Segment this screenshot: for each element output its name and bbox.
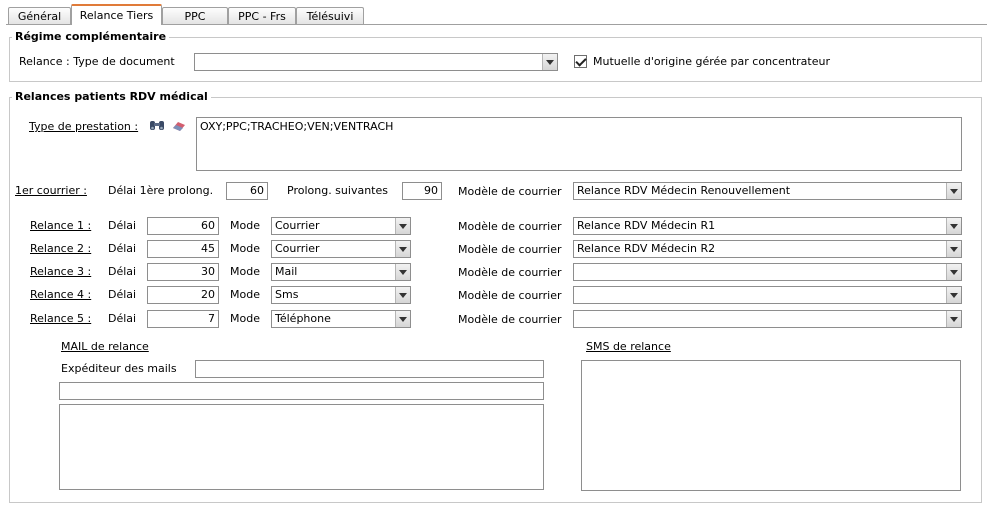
relance-3-mode-value: Mail xyxy=(275,265,298,278)
chevron-down-icon[interactable] xyxy=(395,287,410,303)
chevron-down-icon[interactable] xyxy=(946,287,961,303)
mail-body-textarea[interactable] xyxy=(59,404,544,490)
relance-2-mode-value: Courrier xyxy=(275,242,320,255)
modele-label: Modèle de courrier xyxy=(458,266,562,279)
tab-ppc-frs[interactable]: PPC - Frs xyxy=(228,7,296,24)
relance-2-modele[interactable]: Relance RDV Médecin R2 xyxy=(573,240,962,258)
delai-label: Délai xyxy=(108,312,137,325)
modele-label: Modèle de courrier xyxy=(458,313,562,326)
first-suiv-label: Prolong. suivantes xyxy=(287,184,388,197)
relance-1-modele[interactable]: Relance RDV Médecin R1 xyxy=(573,217,962,235)
relances-legend: Relances patients RDV médical xyxy=(12,90,211,103)
chevron-down-icon[interactable] xyxy=(946,311,961,327)
binoculars-icon[interactable] xyxy=(149,119,165,132)
eraser-icon[interactable] xyxy=(171,119,187,132)
relance-3-label: Relance 3 : xyxy=(30,265,92,278)
mail-sender-input[interactable] xyxy=(195,360,544,378)
delai-label: Délai xyxy=(108,242,137,255)
type-doc-select[interactable] xyxy=(194,53,558,71)
mode-label: Mode xyxy=(230,265,260,278)
relance-5-modele[interactable] xyxy=(573,310,962,328)
delai-label: Délai xyxy=(108,265,137,278)
sms-body-textarea[interactable] xyxy=(581,360,961,491)
relance-4-mode-value: Sms xyxy=(275,288,299,301)
chevron-down-icon[interactable] xyxy=(946,264,961,280)
modele-label: Modèle de courrier xyxy=(458,220,562,233)
chevron-down-icon[interactable] xyxy=(395,311,410,327)
relance-3-mode[interactable]: Mail xyxy=(271,263,411,281)
regime-legend: Régime complémentaire xyxy=(12,30,170,43)
mutuelle-checkbox[interactable] xyxy=(574,55,587,68)
relance-4-mode[interactable]: Sms xyxy=(271,286,411,304)
relance-4-modele[interactable] xyxy=(573,286,962,304)
chevron-down-icon[interactable] xyxy=(395,241,410,257)
relance-5-mode[interactable]: Téléphone xyxy=(271,310,411,328)
relance-4-label: Relance 4 : xyxy=(30,288,92,301)
first-suiv-input[interactable]: 90 xyxy=(402,182,442,200)
relance-1-modele-value: Relance RDV Médecin R1 xyxy=(577,219,716,232)
mail-section-title: MAIL de relance xyxy=(61,340,149,353)
first-delai-label: Délai 1ère prolong. xyxy=(108,184,214,197)
relance-2-mode[interactable]: Courrier xyxy=(271,240,411,258)
sms-section-title: SMS de relance xyxy=(586,340,671,353)
mutuelle-label: Mutuelle d'origine gérée par concentrate… xyxy=(593,55,830,68)
mode-label: Mode xyxy=(230,288,260,301)
relance-4-delai[interactable]: 20 xyxy=(147,286,219,304)
first-modele-label: Modèle de courrier xyxy=(458,185,562,198)
mode-label: Mode xyxy=(230,242,260,255)
relance-3-delai[interactable]: 30 xyxy=(147,263,219,281)
relance-2-label: Relance 2 : xyxy=(30,242,92,255)
relance-5-mode-value: Téléphone xyxy=(275,312,331,325)
relance-1-label: Relance 1 : xyxy=(30,219,92,232)
mode-label: Mode xyxy=(230,312,260,325)
prestation-field[interactable]: OXY;PPC;TRACHEO;VEN;VENTRACH xyxy=(196,117,962,171)
relance-5-delai[interactable]: 7 xyxy=(147,310,219,328)
type-doc-label: Relance : Type de document xyxy=(19,55,175,68)
tab-general[interactable]: Général xyxy=(8,7,71,24)
chevron-down-icon[interactable] xyxy=(542,54,557,70)
relance-3-modele[interactable] xyxy=(573,263,962,281)
chevron-down-icon[interactable] xyxy=(395,264,410,280)
delai-label: Délai xyxy=(108,219,137,232)
chevron-down-icon[interactable] xyxy=(946,183,961,199)
relance-1-mode[interactable]: Courrier xyxy=(271,217,411,235)
tab-relance-tiers[interactable]: Relance Tiers xyxy=(71,4,162,25)
prestation-label[interactable]: Type de prestation : xyxy=(29,120,138,134)
modele-label: Modèle de courrier xyxy=(458,289,562,302)
relance-2-modele-value: Relance RDV Médecin R2 xyxy=(577,242,716,255)
relance-1-mode-value: Courrier xyxy=(275,219,320,232)
chevron-down-icon[interactable] xyxy=(946,218,961,234)
relance-2-delai[interactable]: 45 xyxy=(147,240,219,258)
delai-label: Délai xyxy=(108,288,137,301)
mail-sender-label: Expéditeur des mails xyxy=(61,362,177,375)
first-courrier-label: 1er courrier : xyxy=(15,184,87,197)
mode-label: Mode xyxy=(230,219,260,232)
tab-ppc[interactable]: PPC xyxy=(162,7,228,24)
relance-1-delai[interactable]: 60 xyxy=(147,217,219,235)
relance-5-label: Relance 5 : xyxy=(30,312,92,325)
first-modele-select[interactable]: Relance RDV Médecin Renouvellement xyxy=(573,182,962,200)
first-modele-value: Relance RDV Médecin Renouvellement xyxy=(577,184,791,197)
chevron-down-icon[interactable] xyxy=(946,241,961,257)
modele-label: Modèle de courrier xyxy=(458,243,562,256)
mail-subject-input[interactable] xyxy=(59,382,544,400)
first-delai-input[interactable]: 60 xyxy=(226,182,268,200)
tab-telesuivi[interactable]: Télésuivi xyxy=(296,7,364,24)
chevron-down-icon[interactable] xyxy=(395,218,410,234)
